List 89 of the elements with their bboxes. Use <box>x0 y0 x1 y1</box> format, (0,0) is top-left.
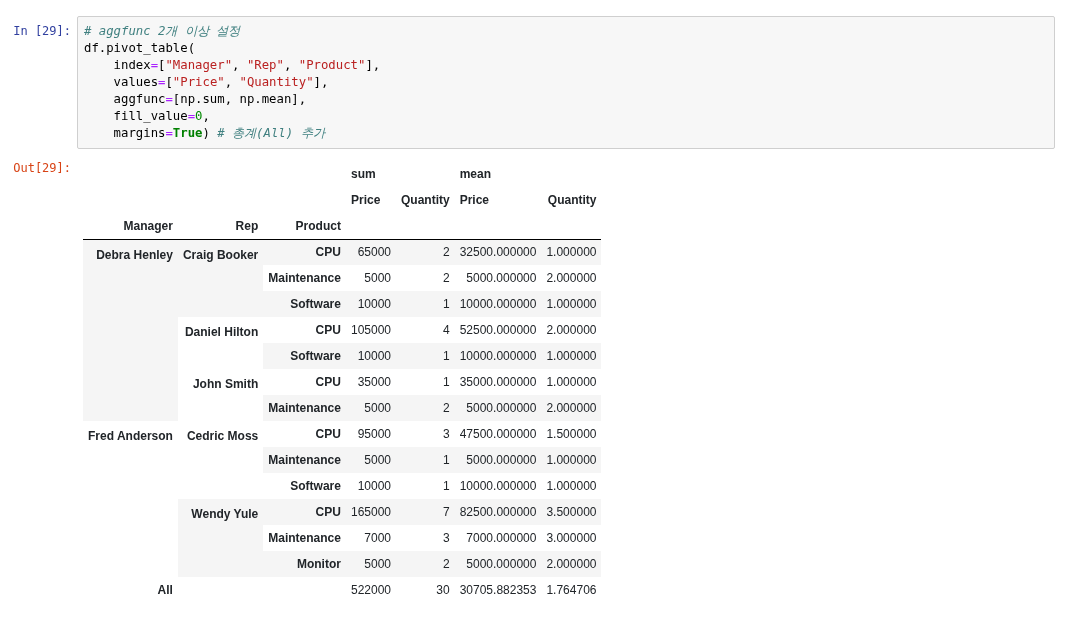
row-label: Craig Booker <box>177 239 264 317</box>
table-cell: 5000 <box>345 395 396 421</box>
row-label: Cedric Moss <box>177 421 264 499</box>
table-cell: 165000 <box>345 499 396 525</box>
table-cell: 2.000000 <box>541 317 602 343</box>
row-label: Wendy Yule <box>177 499 264 577</box>
row-label: CPU <box>263 499 346 525</box>
table-cell: 10000.000000 <box>454 291 542 317</box>
table-cell: 10000.000000 <box>454 473 542 499</box>
table-cell: 3 <box>396 525 455 551</box>
row-label: CPU <box>263 239 346 265</box>
row-label: CPU <box>263 421 346 447</box>
table-cell: 5000.000000 <box>454 551 542 577</box>
table-cell: 5000.000000 <box>454 265 542 291</box>
table-cell: 4 <box>396 317 455 343</box>
table-cell: 7000 <box>345 525 396 551</box>
table-cell: 35000 <box>345 369 396 395</box>
table-cell: 5000 <box>345 551 396 577</box>
code-cell[interactable]: # aggfunc 2개 이상 설정 df.pivot_table( index=["Manager", "Rep", "Product"], values=["Price", "Quantity"], aggfunc=[np.sum, np.mean], fill_value=0, margins=True) # 총계(All) 추가 <box>77 16 1055 149</box>
table-cell: 105000 <box>345 317 396 343</box>
table-cell: 30705.882353 <box>454 577 542 603</box>
row-label: Software <box>263 291 346 317</box>
table-cell: 3.000000 <box>541 525 602 551</box>
column-group-header: sum <box>349 166 377 183</box>
table-cell: 95000 <box>345 421 396 447</box>
table-cell: 1.000000 <box>541 291 602 317</box>
table-cell: 10000 <box>345 473 396 499</box>
row-label: Maintenance <box>263 265 346 291</box>
table-cell: 10000 <box>345 291 396 317</box>
row-label: Debra Henley <box>83 239 178 421</box>
table-cell: 10000 <box>345 343 396 369</box>
index-name: Rep <box>177 213 264 239</box>
column-group-header: mean <box>458 166 493 183</box>
table-cell: 1.000000 <box>541 447 602 473</box>
row-label: Maintenance <box>263 447 346 473</box>
table-cell: 2 <box>396 265 455 291</box>
table-cell: 1.500000 <box>541 421 602 447</box>
table-cell: 2.000000 <box>541 265 602 291</box>
input-prompt: In [29]: <box>12 23 72 40</box>
row-label: Maintenance <box>263 525 346 551</box>
table-cell: 1 <box>396 291 455 317</box>
table-cell: 5000.000000 <box>454 447 542 473</box>
table-cell: 1 <box>396 473 455 499</box>
row-label: Fred Anderson <box>83 421 178 577</box>
table-cell: 1.000000 <box>541 473 602 499</box>
column-header: Price <box>458 192 491 209</box>
table-cell: 2.000000 <box>541 395 602 421</box>
table-cell: 2 <box>396 239 455 265</box>
table-cell: 2 <box>396 395 455 421</box>
column-header: Price <box>349 192 382 209</box>
table-cell: 3.500000 <box>541 499 602 525</box>
table-cell: 1.000000 <box>541 369 602 395</box>
row-label: Monitor <box>263 551 346 577</box>
column-header: Quantity <box>400 192 451 209</box>
table-cell: 5000 <box>345 447 396 473</box>
table-cell: 2.000000 <box>541 551 602 577</box>
table-cell: 1 <box>396 369 455 395</box>
table-cell: 7 <box>396 499 455 525</box>
table-cell: 2 <box>396 551 455 577</box>
row-label: John Smith <box>177 369 264 421</box>
table-cell: 1.764706 <box>541 577 602 603</box>
table-cell: 7000.000000 <box>454 525 542 551</box>
row-label: All <box>83 577 178 603</box>
table-cell: 522000 <box>345 577 396 603</box>
table-cell: 3 <box>396 421 455 447</box>
row-label: Maintenance <box>263 395 346 421</box>
table-cell: 32500.000000 <box>454 239 542 265</box>
table-cell: 1 <box>396 343 455 369</box>
index-name: Manager <box>83 213 178 239</box>
table-cell: 5000.000000 <box>454 395 542 421</box>
table-cell: 52500.000000 <box>454 317 542 343</box>
table-cell: 5000 <box>345 265 396 291</box>
table-cell: 1.000000 <box>541 239 602 265</box>
table-cell: 47500.000000 <box>454 421 542 447</box>
row-label: Daniel Hilton <box>177 317 264 369</box>
table-cell: 10000.000000 <box>454 343 542 369</box>
index-name: Product <box>263 213 346 239</box>
row-label: CPU <box>263 317 346 343</box>
table-cell: 35000.000000 <box>454 369 542 395</box>
row-label: Software <box>263 343 346 369</box>
column-header: Quantity <box>546 192 598 209</box>
output-prompt: Out[29]: <box>12 160 72 177</box>
row-label: Software <box>263 473 346 499</box>
row-label: CPU <box>263 369 346 395</box>
table-cell: 65000 <box>345 239 396 265</box>
table-cell: 1.000000 <box>541 343 602 369</box>
table-cell: 1 <box>396 447 455 473</box>
table-cell: 30 <box>396 577 455 603</box>
table-cell: 82500.000000 <box>454 499 542 525</box>
